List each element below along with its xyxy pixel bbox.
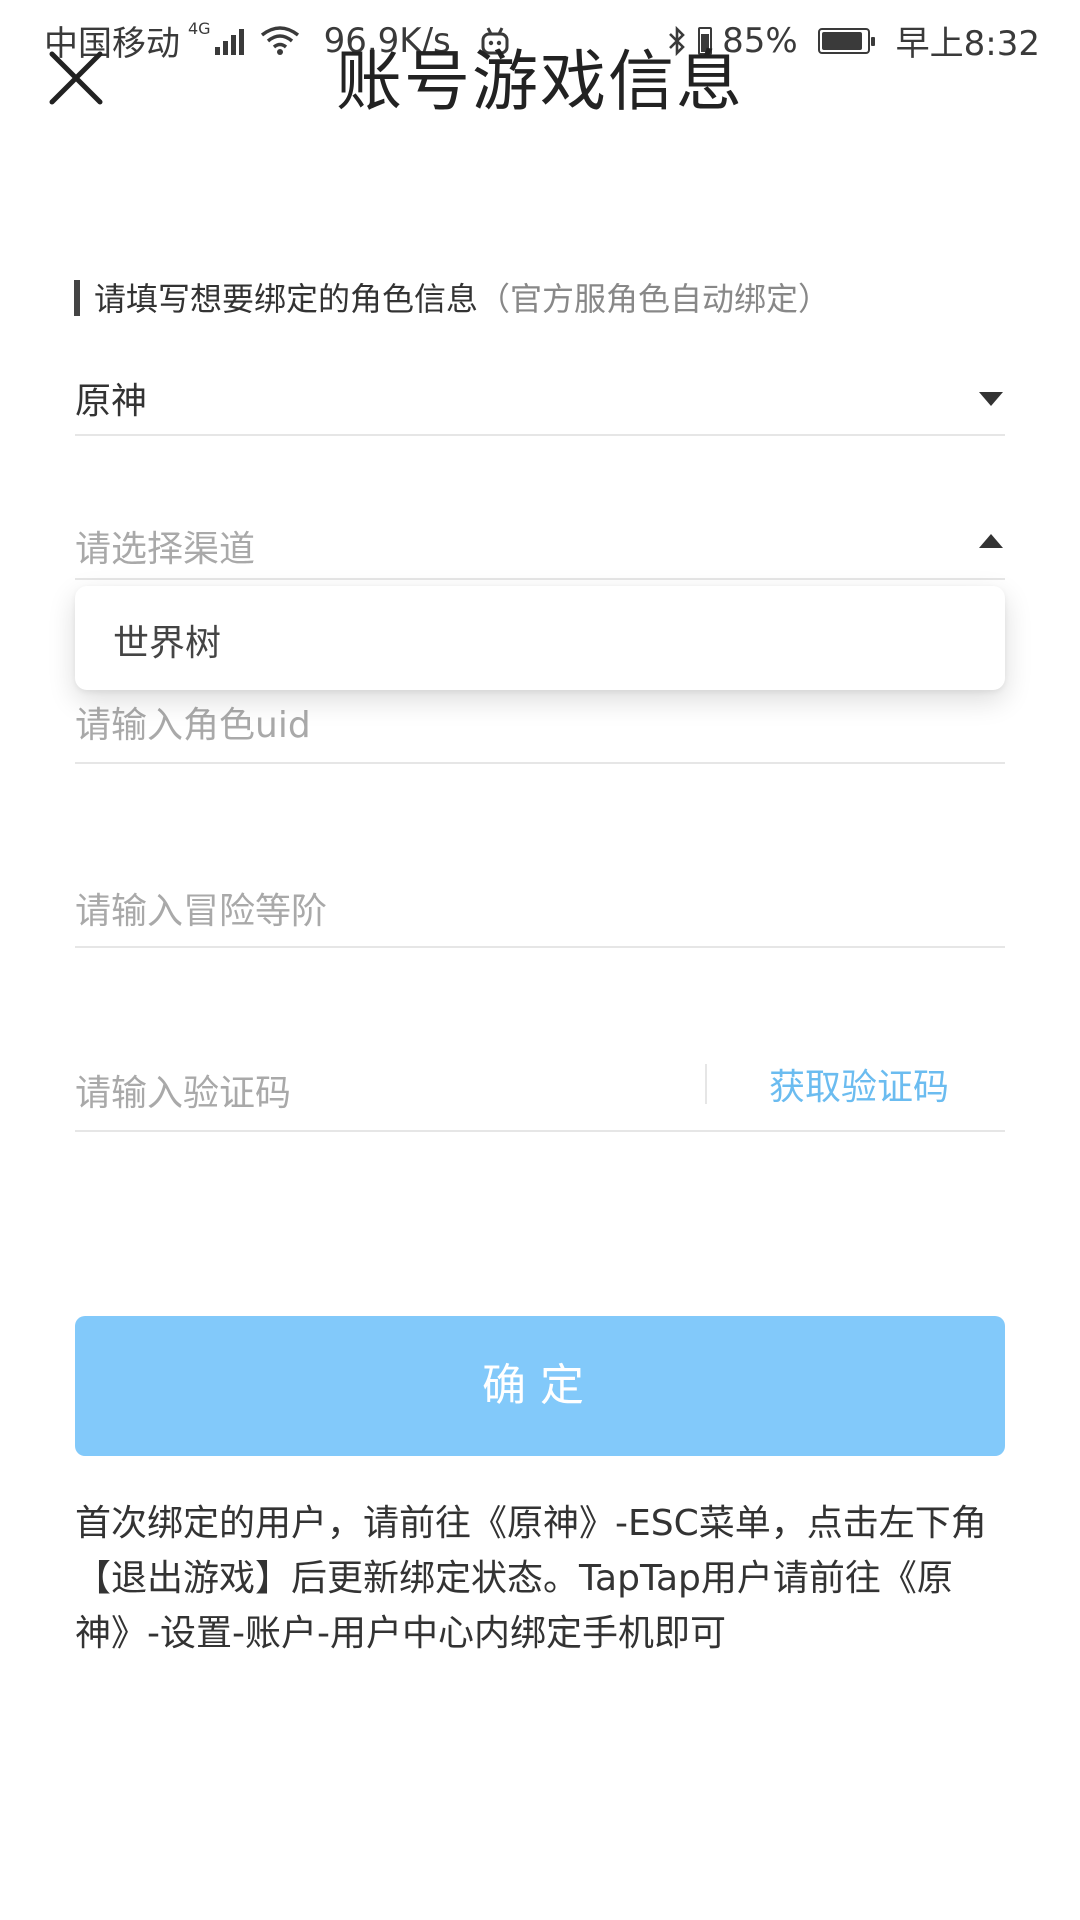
binding-notice: 首次绑定的用户，请前往《原神》-ESC菜单，点击左下角【退出游戏】后更新绑定状态…	[75, 1503, 987, 1654]
adventure-level-input[interactable]: 请输入冒险等阶	[75, 860, 1005, 948]
verification-code-input[interactable]: 请输入验证码 获取验证码	[75, 1044, 1005, 1132]
section-label-text: 请填写想要绑定的角色信息	[94, 280, 479, 318]
section-hint: （官方服角色自动绑定）	[478, 280, 831, 318]
page-title: 账号游戏信息	[336, 43, 744, 120]
confirm-button[interactable]: 确定	[75, 1316, 1005, 1456]
game-select[interactable]: 原神	[75, 356, 1005, 436]
section-label: 请填写想要绑定的角色信息（官方服角色自动绑定）	[94, 274, 830, 320]
chevron-down-icon[interactable]	[979, 392, 1003, 406]
uid-input-placeholder: 请输入角色uid	[75, 705, 311, 746]
code-divider	[705, 1064, 707, 1104]
adventure-level-placeholder: 请输入冒险等阶	[75, 891, 328, 932]
channel-select-placeholder: 请选择渠道	[75, 529, 256, 570]
get-code-button[interactable]: 获取验证码	[769, 1058, 949, 1110]
chevron-up-icon[interactable]	[979, 534, 1003, 548]
channel-dropdown: 世界树	[75, 586, 1005, 690]
verification-code-placeholder: 请输入验证码	[75, 1073, 292, 1114]
channel-select[interactable]: 请选择渠道	[75, 500, 1005, 580]
dropdown-option[interactable]: 世界树	[113, 614, 221, 666]
game-select-value: 原神	[75, 381, 148, 422]
section-marker	[74, 280, 80, 316]
